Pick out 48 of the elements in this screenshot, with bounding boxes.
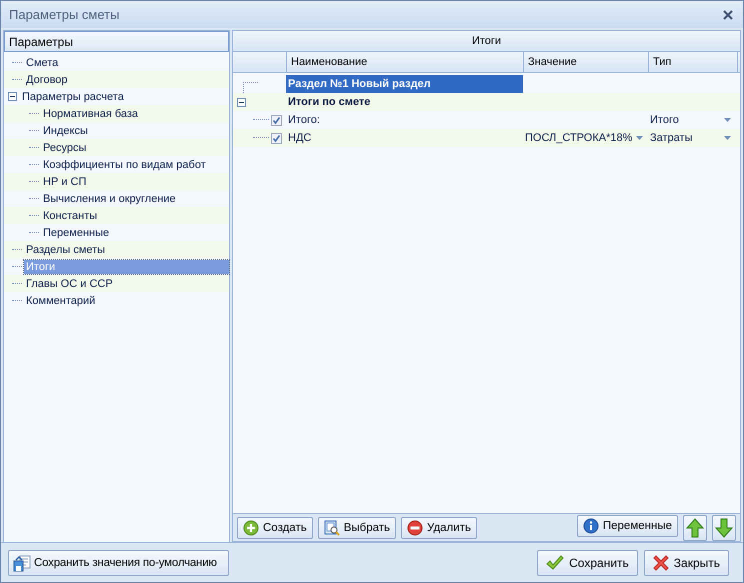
- variables-button[interactable]: Переменные: [576, 514, 678, 536]
- select-button[interactable]: Выбрать: [318, 516, 396, 538]
- column-header[interactable]: Значение: [523, 52, 648, 72]
- info-icon: [582, 518, 599, 534]
- tree-item[interactable]: Договор: [24, 72, 70, 86]
- close-button[interactable]: Закрыть: [644, 550, 729, 576]
- tree-item[interactable]: Комментарий: [24, 294, 98, 308]
- column-header[interactable]: Наименование: [286, 52, 523, 72]
- collapse-icon[interactable]: [237, 98, 246, 106]
- type-dropdown[interactable]: Затраты: [650, 132, 692, 144]
- delete-button[interactable]: Удалить: [401, 516, 477, 538]
- close-icon[interactable]: [723, 10, 733, 20]
- cross-icon: [652, 554, 669, 570]
- checkbox[interactable]: [271, 132, 282, 144]
- magnifier-icon: [324, 520, 340, 536]
- minus-icon: [407, 520, 424, 536]
- plus-icon: [243, 520, 259, 536]
- dropdown-arrow-icon[interactable]: [724, 118, 731, 122]
- section-cell[interactable]: Раздел №1 Новый раздел: [286, 75, 523, 93]
- tree-item[interactable]: Вычисления и округление: [41, 192, 178, 206]
- tree-item[interactable]: Параметры расчета: [20, 90, 126, 104]
- collapse-icon[interactable]: [8, 92, 17, 101]
- checkmark-icon: [546, 554, 564, 570]
- arrow-down-icon: [715, 518, 733, 538]
- tree-item[interactable]: Индексы: [41, 124, 90, 138]
- create-button[interactable]: Создать: [237, 516, 313, 538]
- panel-header: Параметры: [4, 31, 229, 52]
- tree-item[interactable]: Смета: [24, 56, 60, 70]
- tree-item[interactable]: Переменные: [41, 226, 112, 240]
- tree-item[interactable]: Ресурсы: [41, 140, 88, 154]
- value-cell[interactable]: ПОСЛ_СТРОКА*18%: [525, 132, 632, 144]
- window-title: Параметры сметы: [9, 7, 120, 22]
- tree-item[interactable]: Коэффициенты по видам работ: [41, 158, 208, 172]
- dropdown-arrow-icon[interactable]: [724, 136, 731, 140]
- arrow-up-icon: [686, 518, 704, 538]
- save-button[interactable]: Сохранить: [537, 550, 638, 576]
- checkbox[interactable]: [271, 114, 282, 126]
- panel-header: Итоги: [233, 31, 740, 52]
- move-down-button[interactable]: [712, 514, 736, 540]
- column-header[interactable]: Тип: [648, 52, 737, 72]
- name-cell[interactable]: НДС: [286, 129, 523, 147]
- type-dropdown[interactable]: Итого: [650, 114, 679, 126]
- save-document-icon: [13, 554, 31, 572]
- save-defaults-button[interactable]: Сохранить значения по-умолчанию: [8, 550, 229, 576]
- name-cell[interactable]: Итого:: [286, 111, 523, 129]
- move-up-button[interactable]: [683, 514, 707, 540]
- dropdown-arrow-icon[interactable]: [636, 136, 644, 140]
- tree-item[interactable]: НР и СП: [41, 174, 88, 188]
